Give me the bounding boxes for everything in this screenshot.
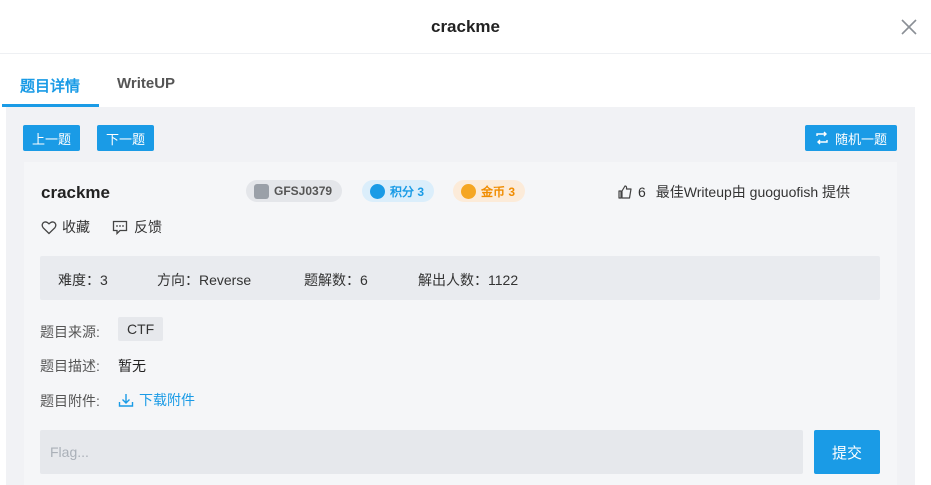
favorite-label: 收藏 xyxy=(62,219,90,235)
attachment-label: 题目附件: xyxy=(40,393,100,409)
source-label: 题目来源: xyxy=(40,324,100,340)
writeup-count-stat: 题解数：6 xyxy=(304,272,368,288)
submit-label: 提交 xyxy=(831,444,862,462)
direction-stat: 方向：Reverse xyxy=(157,272,252,288)
score-tag: 积分 3 xyxy=(362,180,435,202)
prev-challenge-label: 上一题 xyxy=(31,131,71,147)
feedback-icon xyxy=(112,220,128,235)
like-count: 6 xyxy=(638,184,646,200)
random-challenge-button[interactable]: 随机一题 xyxy=(805,125,897,151)
close-icon xyxy=(901,19,917,35)
thumbs-up-icon[interactable] xyxy=(617,184,633,200)
download-attachment-link[interactable]: 下载附件 xyxy=(118,390,195,410)
download-label: 下载附件 xyxy=(139,392,195,408)
challenge-meta: 6 最佳Writeup由 guoguofish 提供 xyxy=(617,182,850,202)
description-label: 题目描述: xyxy=(40,358,100,374)
tab-bar: 题目详情 WriteUP xyxy=(0,55,931,107)
download-icon xyxy=(118,394,134,407)
dialog-title: crackme xyxy=(430,17,500,36)
solver-count-stat: 解出人数：1122 xyxy=(418,272,519,288)
tab-challenge-details[interactable]: 题目详情 xyxy=(20,75,80,96)
prev-challenge-button[interactable]: 上一题 xyxy=(23,125,80,151)
challenge-name: crackme xyxy=(41,183,111,202)
best-writeup-credit: 最佳Writeup由 guoguofish 提供 xyxy=(655,184,851,200)
score-label: 积分 3 xyxy=(390,184,425,199)
tab-writeup[interactable]: WriteUP xyxy=(117,75,175,92)
flag-input[interactable] xyxy=(40,430,803,474)
feedback-label: 反馈 xyxy=(134,219,162,235)
random-challenge-label: 随机一题 xyxy=(834,131,887,147)
heart-icon xyxy=(41,220,57,234)
submit-flag-button[interactable]: 提交 xyxy=(814,430,880,474)
coin-tag: 金币 3 xyxy=(453,180,526,202)
challenge-stats: 难度：3 方向：Reverse 题解数：6 解出人数：1122 xyxy=(40,256,880,300)
score-star-icon xyxy=(370,183,385,199)
next-challenge-button[interactable]: 下一题 xyxy=(97,125,154,151)
feedback-button[interactable]: 反馈 xyxy=(112,217,162,237)
source-value: CTF xyxy=(118,317,164,341)
coin-icon xyxy=(461,183,476,199)
close-button[interactable] xyxy=(899,17,919,37)
next-challenge-label: 下一题 xyxy=(105,131,145,147)
challenge-card: crackme GFSJ0379 积分 3 金币 3 6 最佳Writeup由 … xyxy=(24,162,897,485)
dialog-header: crackme xyxy=(0,0,931,54)
challenge-id: GFSJ0379 xyxy=(274,184,333,198)
difficulty-stat: 难度：3 xyxy=(58,272,108,288)
coin-label: 金币 3 xyxy=(481,184,516,199)
refresh-icon xyxy=(816,131,828,145)
favorite-button[interactable]: 收藏 xyxy=(41,217,90,237)
description-value: 暂无 xyxy=(118,358,146,374)
challenge-panel: 上一题 下一题 随机一题 crackme GFSJ0379 积分 3 金币 3 xyxy=(6,107,915,485)
challenge-id-tag: GFSJ0379 xyxy=(246,180,343,202)
id-avatar-icon xyxy=(254,183,269,199)
